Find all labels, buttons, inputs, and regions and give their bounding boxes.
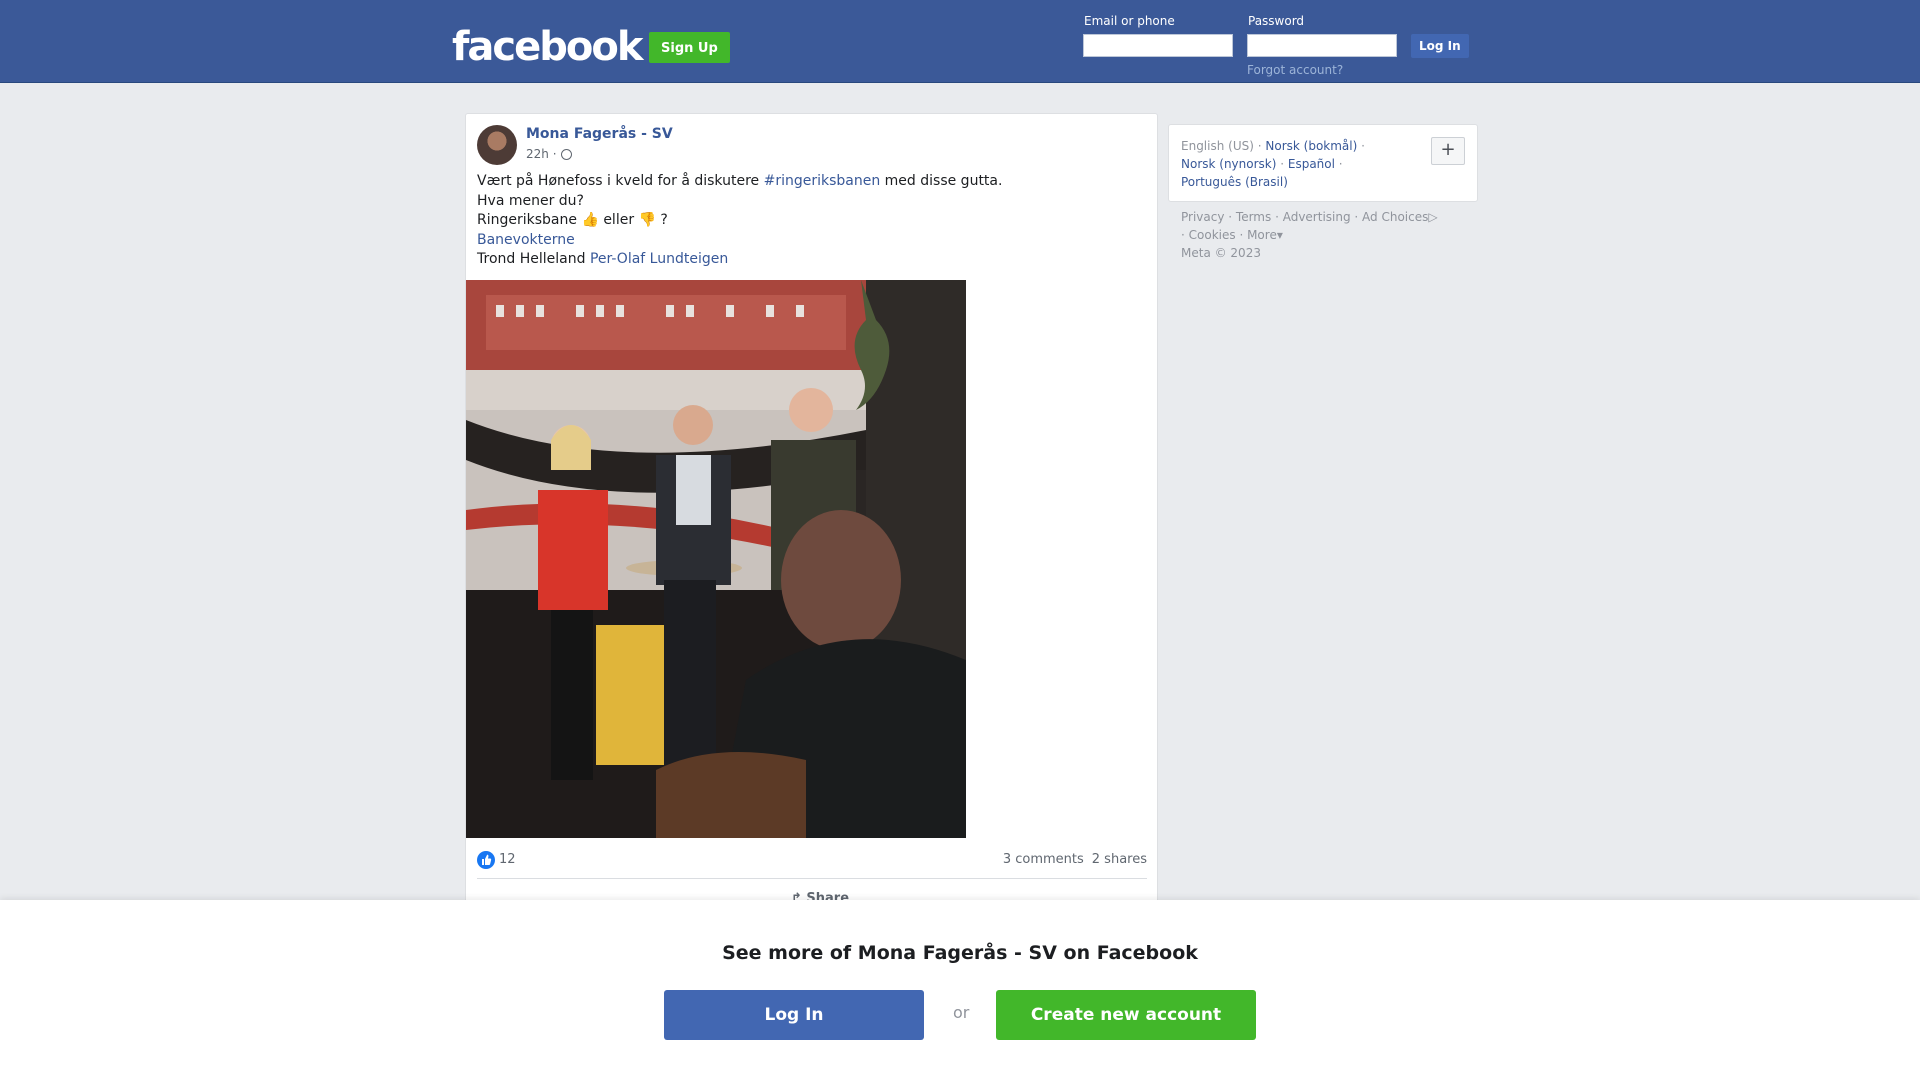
login-button[interactable]: Log In	[1411, 34, 1469, 58]
globe-icon	[560, 148, 572, 160]
post-line-2: Hva mener du?	[477, 192, 584, 209]
language-norsk-bokmal[interactable]: Norsk (bokmål)	[1265, 139, 1357, 153]
per-olaf-link[interactable]: Per-Olaf Lundteigen	[590, 251, 728, 267]
ad-choices-icon: ▷	[1428, 210, 1438, 224]
footer-links: Privacy · Terms · Advertising · Ad Choic…	[1181, 208, 1481, 262]
caret-down-icon: ▾	[1276, 228, 1283, 242]
comments-count[interactable]: 3 comments	[1003, 852, 1084, 867]
top-bar: facebook Sign Up Email or phone Password…	[0, 0, 1920, 83]
post-line-3: Ringeriksbane 👍 eller 👎 ?	[477, 212, 668, 228]
language-norsk-nynorsk[interactable]: Norsk (nynorsk)	[1181, 157, 1276, 171]
login-prompt-bar: See more of Mona Fagerås - SV on Faceboo…	[0, 900, 1920, 1080]
footer-privacy[interactable]: Privacy	[1181, 210, 1224, 224]
footer-more[interactable]: More	[1247, 228, 1277, 242]
post-author[interactable]: Mona Fagerås - SV	[526, 126, 673, 142]
footer-terms[interactable]: Terms	[1236, 210, 1271, 224]
password-field[interactable]	[1247, 34, 1397, 57]
post-stats: 12 3 comments 2 shares	[477, 850, 1147, 870]
bottom-login-button[interactable]: Log In	[664, 990, 924, 1040]
language-current: English (US)	[1181, 139, 1254, 153]
footer-ad-choices[interactable]: Ad Choices	[1362, 210, 1428, 224]
footer-cookies[interactable]: Cookies	[1189, 228, 1236, 242]
like-icon	[477, 851, 495, 869]
sign-up-button[interactable]: Sign Up	[649, 32, 730, 63]
post-meta: 22h ·	[526, 147, 572, 161]
create-account-button[interactable]: Create new account	[996, 990, 1256, 1040]
post-line-1-prefix: Vært på Hønefoss i kveld for å diskutere	[477, 173, 764, 189]
email-label: Email or phone	[1084, 14, 1175, 28]
avatar[interactable]	[477, 125, 517, 165]
stats-divider	[477, 878, 1147, 879]
post-line-1-suffix: med disse gutta.	[880, 173, 1003, 189]
post-text: Vært på Hønefoss i kveld for å diskutere…	[477, 172, 1002, 270]
hashtag-link[interactable]: #ringeriksbanen	[764, 173, 881, 189]
password-label: Password	[1248, 14, 1305, 28]
language-portugues-brasil[interactable]: Português (Brasil)	[1181, 175, 1288, 189]
facebook-logo[interactable]: facebook	[452, 22, 643, 72]
banevokterne-link[interactable]: Banevokterne	[477, 232, 575, 248]
forgot-account-link[interactable]: Forgot account?	[1247, 63, 1343, 77]
language-espanol[interactable]: Español	[1288, 157, 1335, 171]
like-count[interactable]: 12	[499, 852, 516, 867]
post-photo-illustration	[466, 280, 966, 838]
post-time[interactable]: 22h ·	[526, 147, 557, 161]
language-box: English (US) · Norsk (bokmål) · Norsk (n…	[1168, 124, 1478, 202]
email-field[interactable]	[1083, 34, 1233, 57]
post-line-5-prefix: Trond Helleland	[477, 251, 590, 267]
post-photo[interactable]	[466, 280, 966, 838]
or-label: or	[953, 1003, 970, 1022]
see-more-heading: See more of Mona Fagerås - SV on Faceboo…	[722, 942, 1198, 964]
shares-count[interactable]: 2 shares	[1092, 852, 1147, 867]
footer-copyright: Meta © 2023	[1181, 246, 1261, 260]
footer-advertising[interactable]: Advertising	[1283, 210, 1351, 224]
more-languages-button[interactable]: +	[1431, 137, 1465, 165]
post-card: Mona Fagerås - SV 22h · Vært på Hønefoss…	[465, 113, 1158, 913]
